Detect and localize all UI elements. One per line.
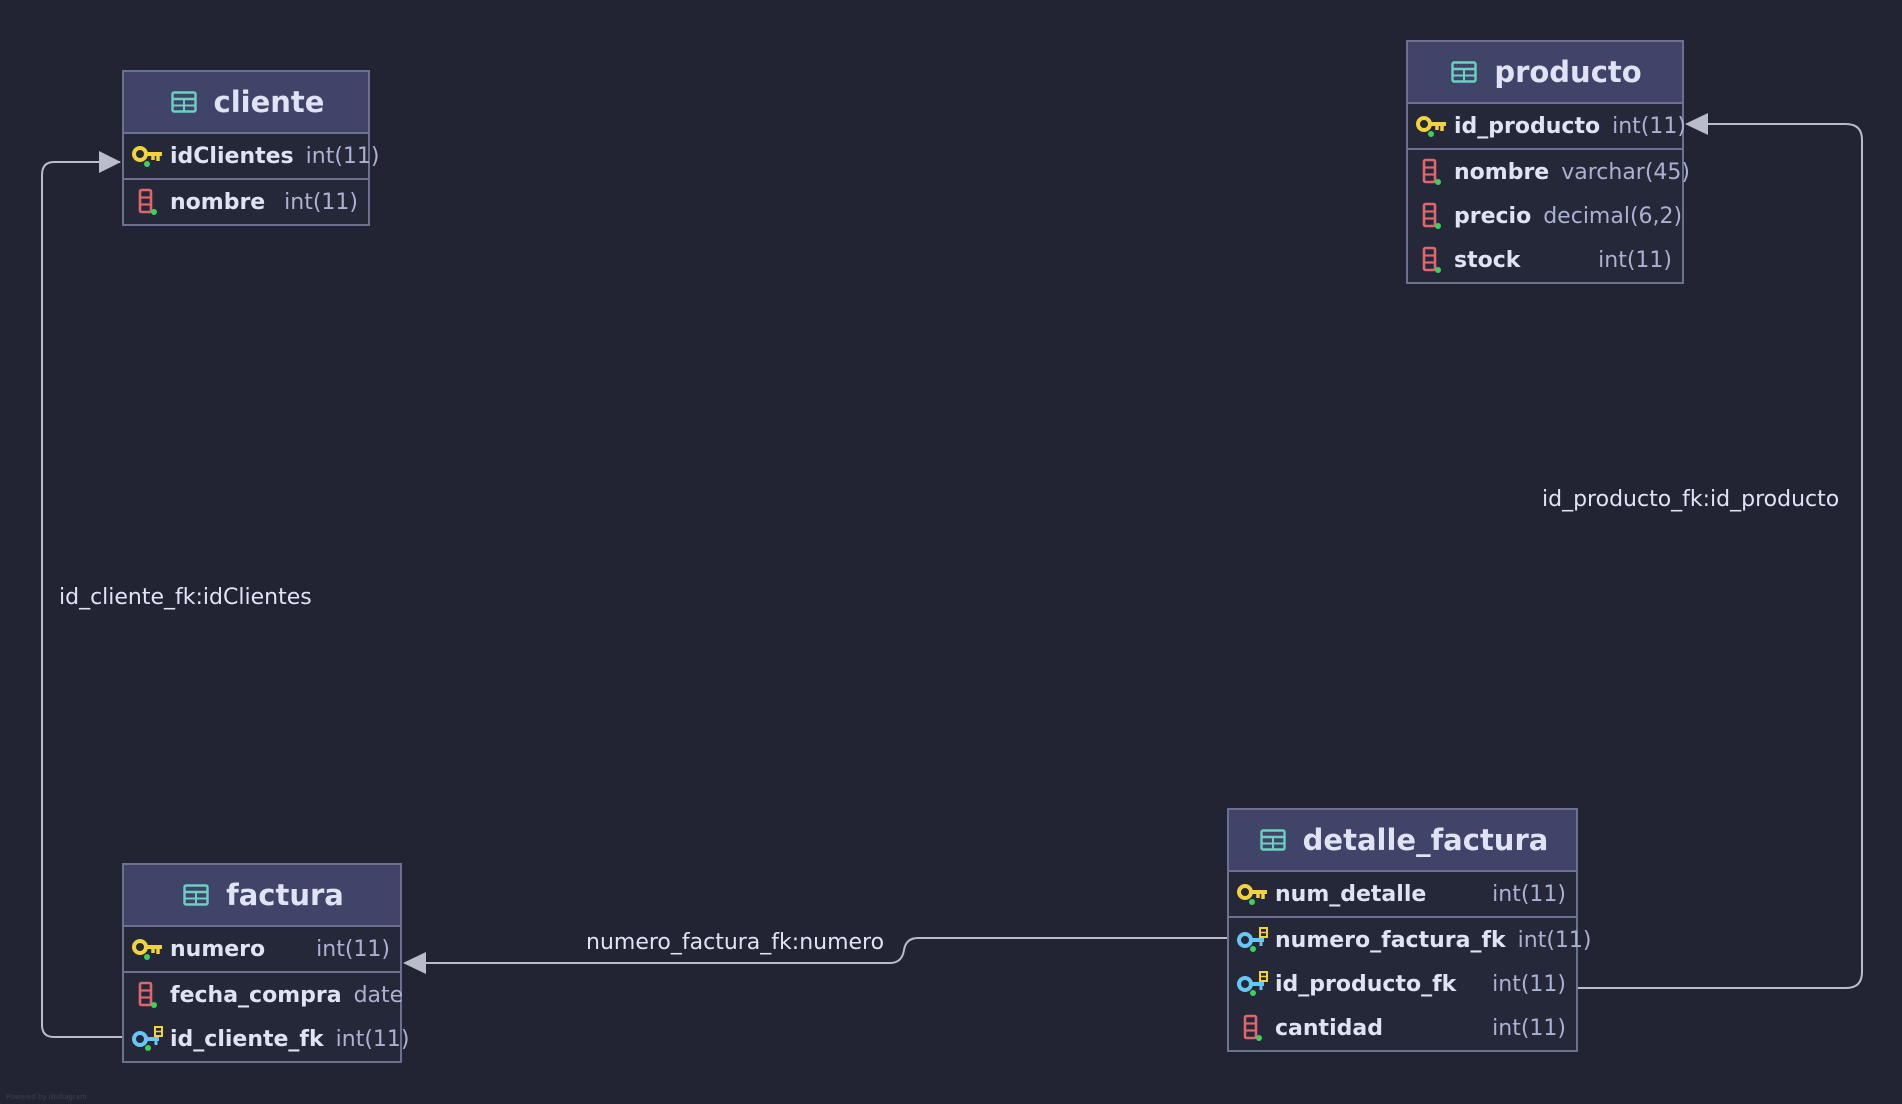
column-name: num_detalle bbox=[1275, 881, 1427, 907]
column-type: int(11) bbox=[284, 189, 358, 215]
column-type: varchar(45) bbox=[1561, 159, 1691, 185]
primary-key-icon bbox=[1416, 111, 1448, 141]
table-header[interactable]: factura bbox=[124, 865, 400, 927]
foreign-key-icon bbox=[1237, 969, 1269, 999]
column-name: id_producto_fk bbox=[1275, 971, 1457, 997]
column-row-stock[interactable]: stock int(11) bbox=[1408, 238, 1682, 282]
arrowhead-factura bbox=[403, 952, 426, 974]
column-icon bbox=[1416, 157, 1448, 187]
column-row-id-cliente-fk[interactable]: id_cliente_fk int(11) bbox=[124, 1017, 409, 1061]
column-row-precio[interactable]: precio decimal(6,2) bbox=[1408, 194, 1682, 238]
footer-credit: Powered by dbdiagram bbox=[6, 1093, 87, 1101]
table-factura[interactable]: factura numero int(11) fecha_compra date id_… bbox=[122, 863, 409, 1063]
column-row-cantidad[interactable]: cantidad int(11) bbox=[1229, 1006, 1576, 1050]
column-type: decimal(6,2) bbox=[1543, 203, 1683, 229]
arrowhead-cliente bbox=[99, 151, 121, 173]
table-name: detalle_factura bbox=[1302, 823, 1549, 857]
primary-key-icon bbox=[132, 141, 164, 171]
column-name: id_cliente_fk bbox=[170, 1026, 324, 1052]
column-row-id-producto-fk[interactable]: id_producto_fk int(11) bbox=[1229, 962, 1576, 1006]
column-type: int(11) bbox=[1492, 1015, 1566, 1041]
column-type: int(11) bbox=[335, 1026, 410, 1052]
table-header[interactable]: detalle_factura bbox=[1229, 810, 1576, 872]
column-type: int(11) bbox=[1598, 247, 1672, 273]
column-row-numero[interactable]: numero int(11) bbox=[124, 927, 400, 973]
column-icon bbox=[132, 187, 164, 217]
table-detalle-factura[interactable]: detalle_factura num_detalle int(11) numero… bbox=[1227, 808, 1592, 1052]
column-name: cantidad bbox=[1275, 1015, 1383, 1041]
table-header[interactable]: cliente bbox=[124, 72, 368, 134]
column-name: numero_factura_fk bbox=[1275, 927, 1506, 953]
column-type: int(11) bbox=[305, 143, 380, 169]
table-producto[interactable]: producto id_producto int(11) nombre varchar… bbox=[1406, 40, 1690, 284]
column-row-num-detalle[interactable]: num_detalle int(11) bbox=[1229, 872, 1576, 918]
table-icon bbox=[1257, 825, 1289, 855]
relation-label-producto: id_producto_fk:id_producto bbox=[1542, 487, 1840, 512]
column-row-nombre[interactable]: nombre int(11) bbox=[124, 180, 368, 224]
foreign-key-icon bbox=[1237, 925, 1269, 955]
table-cliente[interactable]: cliente idClientes int(11) nombre int(11) bbox=[122, 70, 379, 226]
column-type: int(11) bbox=[1612, 113, 1686, 139]
relation-label-cliente: id_cliente_fk:idClientes bbox=[59, 585, 312, 610]
arrowhead-producto bbox=[1685, 113, 1708, 135]
table-icon bbox=[168, 87, 200, 117]
column-name: nombre bbox=[170, 189, 266, 215]
column-name: stock bbox=[1454, 247, 1521, 273]
column-icon bbox=[1237, 1013, 1269, 1043]
column-icon bbox=[1416, 245, 1448, 275]
column-row-numero-factura-fk[interactable]: numero_factura_fk int(11) bbox=[1229, 918, 1592, 962]
table-icon bbox=[1448, 57, 1480, 87]
column-row-id-producto[interactable]: id_producto int(11) bbox=[1408, 104, 1686, 150]
column-name: numero bbox=[170, 936, 266, 962]
column-type: int(11) bbox=[1492, 881, 1566, 907]
column-name: nombre bbox=[1454, 159, 1550, 185]
column-icon bbox=[132, 980, 164, 1010]
column-type: date bbox=[353, 982, 404, 1008]
column-row-nombre[interactable]: nombre varchar(45) bbox=[1408, 150, 1690, 194]
primary-key-icon bbox=[1237, 879, 1269, 909]
column-type: int(11) bbox=[1492, 971, 1566, 997]
table-name: producto bbox=[1494, 55, 1642, 89]
column-row-fecha-compra[interactable]: fecha_compra date bbox=[124, 973, 403, 1017]
table-name: factura bbox=[226, 878, 344, 912]
primary-key-icon bbox=[132, 934, 164, 964]
relation-label-factura: numero_factura_fk:numero bbox=[586, 930, 885, 955]
column-row-idClientes[interactable]: idClientes int(11) bbox=[124, 134, 379, 180]
column-name: idClientes bbox=[170, 143, 294, 169]
column-name: id_producto bbox=[1454, 113, 1601, 139]
column-icon bbox=[1416, 201, 1448, 231]
column-type: int(11) bbox=[1517, 927, 1592, 953]
foreign-key-icon bbox=[132, 1024, 164, 1054]
table-icon bbox=[180, 880, 212, 910]
column-name: precio bbox=[1454, 203, 1532, 229]
table-name: cliente bbox=[213, 85, 325, 119]
column-name: fecha_compra bbox=[170, 982, 342, 1008]
table-header[interactable]: producto bbox=[1408, 42, 1682, 104]
column-type: int(11) bbox=[316, 936, 390, 962]
